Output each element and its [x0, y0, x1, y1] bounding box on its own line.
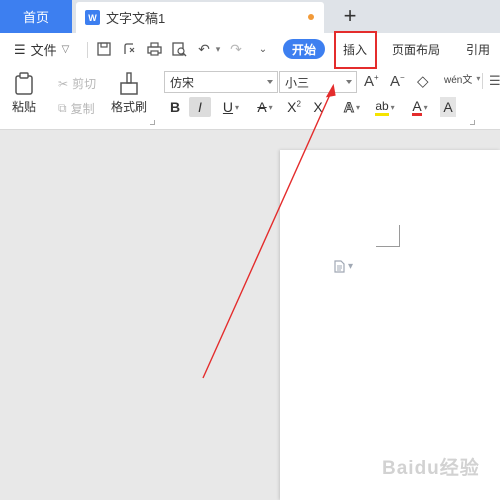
font-size-select[interactable]: 小三	[279, 71, 357, 93]
chevron-down-icon: ▽	[61, 44, 70, 55]
save-icon[interactable]	[96, 41, 112, 57]
document-page[interactable]: ▾	[280, 150, 500, 500]
undo-dropdown-icon[interactable]: ▾	[210, 41, 226, 57]
eraser-icon: ◇	[417, 73, 429, 90]
new-tab-button[interactable]: +	[338, 4, 362, 28]
paste-options-widget[interactable]: ▾	[334, 260, 353, 273]
paste-button[interactable]: 粘贴	[12, 72, 36, 115]
underline-button[interactable]: U ▾	[218, 97, 244, 117]
strikethrough-icon: A	[257, 99, 267, 115]
tab-bar: 首页 W 文字文稿1 +	[0, 0, 500, 33]
tab-document[interactable]: W 文字文稿1	[76, 2, 324, 33]
unsaved-indicator-icon	[308, 14, 314, 20]
format-painter-icon	[120, 72, 138, 95]
character-shading-icon: A	[443, 99, 453, 115]
copy-button[interactable]: ⧉ 复制	[58, 100, 95, 117]
copy-icon: ⧉	[58, 101, 67, 115]
font-name-value: 仿宋	[170, 75, 195, 90]
redo-icon[interactable]: ↷	[228, 41, 244, 57]
divider	[482, 73, 483, 89]
format-painter-label: 格式刷	[111, 100, 148, 114]
customize-dropdown-icon[interactable]: ⌄	[255, 41, 271, 57]
shrink-font-icon: A−	[390, 73, 405, 90]
clipboard-group-expand-icon[interactable]	[150, 120, 155, 125]
pinyin-icon: wén文	[444, 75, 473, 86]
pinyin-guide-button[interactable]: wén文 ▾	[444, 71, 480, 86]
page-margin-marker	[376, 225, 400, 247]
underline-icon: U	[222, 99, 234, 115]
chevron-down-icon	[267, 80, 273, 84]
grow-font-icon: A+	[364, 73, 379, 90]
tab-references[interactable]: 引用	[466, 41, 490, 58]
decrease-font-size-button[interactable]: A−	[390, 73, 405, 90]
increase-font-size-button[interactable]: A+	[364, 73, 379, 90]
bullet-list-button[interactable]: ☰	[489, 73, 500, 89]
subscript-icon: X	[313, 99, 323, 115]
highlight-button[interactable]: ab ▾	[371, 97, 399, 117]
divider	[87, 42, 88, 58]
watermark: Baidu经验	[382, 458, 480, 479]
export-icon[interactable]	[121, 41, 137, 57]
highlighter-icon: ab	[375, 99, 389, 116]
font-name-select[interactable]: 仿宋	[164, 71, 278, 93]
file-menu-label: 文件	[30, 43, 57, 58]
character-shading-button[interactable]: A	[440, 97, 456, 117]
document-icon	[334, 260, 345, 273]
menu-row: ☰ 文件 ▽ ↶ ▾ ↷ ⌄ 开始 插入 页面布局 引用	[0, 33, 500, 65]
cut-button[interactable]: ✂ 剪切	[58, 75, 96, 92]
format-painter-button[interactable]: 格式刷	[111, 72, 147, 115]
font-group-expand-icon[interactable]	[470, 120, 475, 125]
print-icon[interactable]	[146, 41, 162, 57]
copy-label: 复制	[70, 102, 95, 116]
wps-writer-icon: W	[85, 10, 100, 25]
subscript-button[interactable]: X	[310, 97, 326, 117]
chevron-down-icon	[346, 80, 352, 84]
font-color-icon: A	[412, 97, 422, 116]
font-color-button[interactable]: A ▾	[407, 97, 433, 117]
insert-tab-highlight	[334, 31, 377, 69]
paste-label: 粘贴	[12, 100, 37, 114]
tab-home[interactable]: 首页	[0, 0, 72, 33]
cut-label: 剪切	[72, 77, 97, 91]
text-effect-icon: A	[343, 99, 355, 116]
italic-icon: I	[198, 99, 202, 115]
bold-button[interactable]: B	[168, 97, 182, 117]
print-preview-icon[interactable]	[171, 41, 187, 57]
superscript-icon: X2	[287, 99, 301, 115]
tab-page-layout[interactable]: 页面布局	[392, 41, 440, 58]
file-menu-button[interactable]: ☰ 文件 ▽	[14, 40, 69, 59]
clear-format-button[interactable]: ◇	[417, 72, 429, 90]
paste-icon	[15, 72, 33, 95]
italic-button[interactable]: I	[189, 97, 211, 117]
chevron-down-icon: ▾	[348, 261, 354, 272]
text-effect-button[interactable]: A ▾	[339, 97, 365, 117]
superscript-button[interactable]: X2	[285, 97, 303, 117]
font-size-value: 小三	[285, 75, 310, 90]
hamburger-icon: ☰	[14, 41, 26, 57]
strikethrough-button[interactable]: A ▾	[252, 97, 278, 117]
document-title: 文字文稿1	[106, 11, 166, 26]
scissors-icon: ✂	[58, 76, 69, 91]
tab-start[interactable]: 开始	[283, 39, 325, 59]
list-icon: ☰	[489, 73, 500, 88]
bold-icon: B	[169, 99, 181, 115]
